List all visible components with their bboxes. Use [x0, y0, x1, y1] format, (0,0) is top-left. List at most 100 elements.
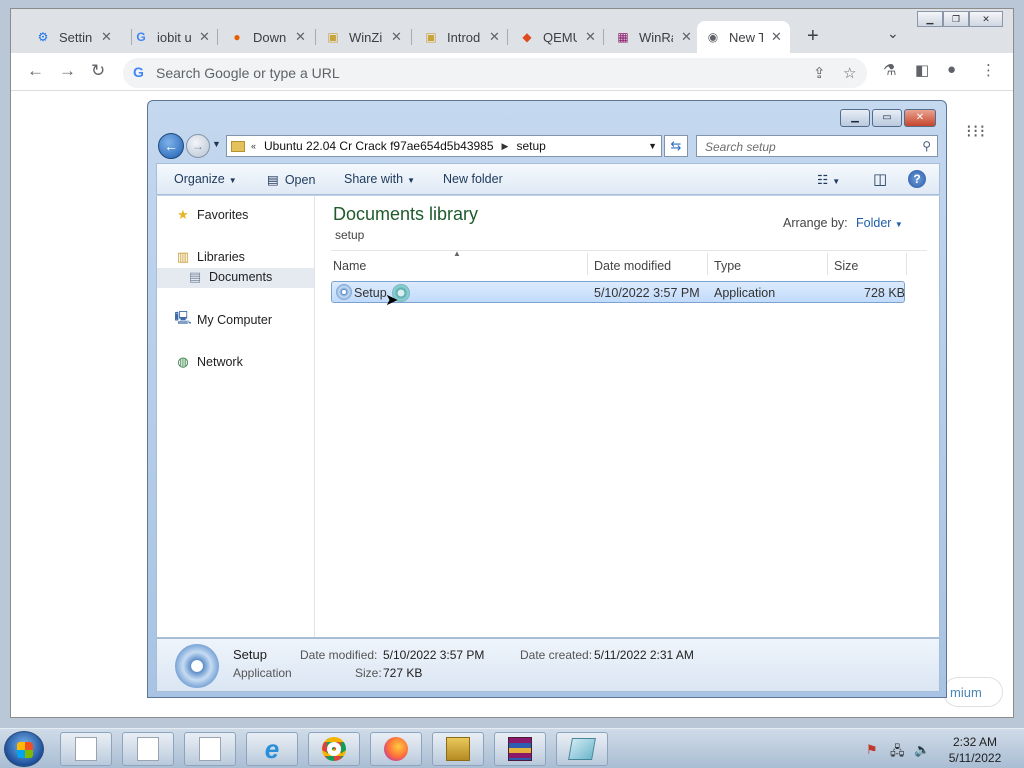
back-button[interactable]: ←: [158, 133, 184, 159]
arrange-by-dropdown[interactable]: Folder ▼: [856, 216, 903, 230]
menu-kebab-icon[interactable]: ⋮: [981, 61, 996, 79]
chevron-down-icon: ▼: [894, 220, 903, 229]
help-icon[interactable]: ?: [908, 170, 926, 188]
explorer-maximize-button[interactable]: ▭: [872, 109, 902, 127]
taskbar: e ⚑ 🖧 🔈 2:32 AM 5/11/2022: [0, 728, 1024, 768]
taskbar-chrome[interactable]: [308, 732, 360, 766]
new-tab-icon[interactable]: +: [807, 25, 819, 48]
preview-pane-icon[interactable]: ◫: [873, 170, 887, 188]
tab-close-icon[interactable]: ✕: [585, 29, 596, 45]
column-type[interactable]: Type: [714, 259, 741, 273]
column-name[interactable]: Name: [333, 259, 366, 273]
tab-close-icon[interactable]: ✕: [771, 29, 782, 45]
recent-pages-dropdown-icon[interactable]: ▼: [212, 139, 221, 149]
share-icon[interactable]: ⇪: [813, 64, 826, 82]
browser-close-button[interactable]: ✕: [969, 11, 1003, 27]
network-icon: ◍: [177, 354, 189, 369]
tab-strip: ▁ ❐ ✕ ⚙ Settin ✕ G iobit u ✕ ● Down ✕ ▣ …: [11, 9, 1013, 53]
tab-close-icon[interactable]: ✕: [295, 29, 306, 45]
tab-close-icon[interactable]: ✕: [101, 29, 112, 45]
browser-minimize-button[interactable]: ▁: [917, 11, 943, 27]
apps-grid-icon[interactable]: ⁝⁝⁝: [966, 121, 986, 142]
address-bar[interactable]: « Ubuntu 22.04 Cr Crack f97ae654d5b43985…: [226, 135, 662, 157]
tab-intro[interactable]: ▣ Introd ✕: [415, 21, 508, 53]
qemu-icon: ◆: [522, 30, 532, 44]
breadcrumb-current[interactable]: setup: [516, 139, 545, 153]
taskbar-notepad-1[interactable]: [60, 732, 112, 766]
search-input[interactable]: Search setup ⚲: [696, 135, 938, 157]
file-row-setup[interactable]: Setup ➤ 5/10/2022 3:57 PM Application 72…: [331, 281, 905, 309]
extensions-flask-icon[interactable]: ⚗: [883, 61, 896, 79]
nav-item-my-computer[interactable]: 🖳 My Computer: [174, 310, 272, 327]
winrar-icon: ▦: [617, 30, 629, 44]
nav-item-network[interactable]: ◍ Network: [175, 354, 243, 369]
network-tray-icon[interactable]: 🖧: [890, 742, 905, 764]
taskbar-firefox[interactable]: [370, 732, 422, 766]
taskbar-winzip[interactable]: [432, 732, 484, 766]
nav-item-favorites[interactable]: ★ Favorites: [175, 207, 248, 222]
premium-button[interactable]: mium: [943, 677, 1003, 707]
details-date-created: 5/11/2022 2:31 AM: [594, 648, 694, 662]
forward-arrow-icon[interactable]: →: [59, 61, 76, 81]
bookmark-star-icon[interactable]: ☆: [843, 64, 856, 82]
new-folder-button[interactable]: New folder: [443, 172, 503, 186]
file-list-pane: Documents library setup Arrange by: Fold…: [315, 196, 941, 637]
details-date-modified-label: Date modified:: [300, 648, 378, 662]
tab-close-icon[interactable]: ✕: [489, 29, 500, 45]
setup-disc-icon: [336, 284, 352, 300]
tab-iobit[interactable]: G iobit u ✕: [125, 21, 218, 53]
library-subtitle: setup: [335, 228, 365, 242]
column-date-modified[interactable]: Date modified: [594, 259, 671, 273]
reload-icon[interactable]: ↻: [91, 61, 105, 81]
nav-item-libraries[interactable]: ▥ Libraries: [175, 249, 245, 264]
profile-icon[interactable]: ●: [947, 61, 956, 78]
start-button[interactable]: [4, 731, 44, 767]
taskbar-notepad-2[interactable]: [122, 732, 174, 766]
tab-search-chevron-icon[interactable]: ⌄: [887, 25, 899, 42]
open-button[interactable]: ▤ Open: [267, 172, 315, 187]
forward-button[interactable]: →: [186, 134, 210, 158]
column-size[interactable]: Size: [834, 259, 858, 273]
winzip-icon: [446, 737, 470, 761]
breadcrumb-arrow-icon[interactable]: ▶: [502, 141, 509, 152]
explorer-minimize-button[interactable]: ▁: [840, 109, 870, 127]
tab-download[interactable]: ● Down ✕: [221, 21, 314, 53]
taskbar-internet-explorer[interactable]: e: [246, 732, 298, 766]
details-date-created-label: Date created:: [520, 648, 593, 662]
explorer-close-button[interactable]: ✕: [904, 109, 936, 127]
omnibox[interactable]: G Search Google or type a URL ⇪ ☆: [123, 58, 867, 88]
tab-close-icon[interactable]: ✕: [199, 29, 210, 45]
side-panel-icon[interactable]: ◧: [915, 61, 929, 79]
view-options-icon[interactable]: ☷ ▼: [817, 172, 840, 187]
app-window-icon: [568, 738, 596, 760]
tab-close-icon[interactable]: ✕: [391, 29, 402, 45]
tab-new-tab[interactable]: ◉ New T ✕: [697, 21, 790, 53]
address-dropdown-icon[interactable]: ▼: [648, 141, 657, 151]
star-icon: ★: [177, 207, 189, 222]
tab-settings[interactable]: ⚙ Settin ✕: [27, 21, 120, 53]
organize-button[interactable]: Organize ▼: [174, 172, 237, 186]
taskbar-winrar[interactable]: [494, 732, 546, 766]
libraries-icon: ▥: [176, 249, 190, 264]
back-arrow-icon[interactable]: ←: [27, 61, 44, 81]
tab-winrar[interactable]: ▦ WinRa ✕: [607, 21, 700, 53]
breadcrumb-folder[interactable]: Ubuntu 22.04 Cr Crack f97ae654d5b43985: [264, 139, 494, 153]
volume-icon[interactable]: 🔈: [914, 742, 930, 758]
action-center-flag-icon[interactable]: ⚑: [866, 742, 878, 758]
nav-item-documents[interactable]: ▤ Documents: [157, 268, 314, 288]
taskbar-notepad-3[interactable]: [184, 732, 236, 766]
browser-restore-button[interactable]: ❐: [943, 11, 969, 27]
taskbar-app[interactable]: [556, 732, 608, 766]
overflow-chevrons-icon[interactable]: «: [251, 141, 256, 151]
tab-qemu[interactable]: ◆ QEMU ✕: [511, 21, 604, 53]
document-icon: [75, 737, 97, 761]
tab-close-icon[interactable]: ✕: [681, 29, 692, 45]
google-icon: G: [133, 64, 144, 80]
windows-logo-icon: [17, 742, 33, 758]
navigation-pane: ★ Favorites ▥ Libraries ▤ Documents 🖳 My…: [157, 196, 315, 637]
tab-winzip[interactable]: ▣ WinZi ✕: [317, 21, 410, 53]
clock[interactable]: 2:32 AM 5/11/2022: [940, 734, 1010, 766]
details-name: Setup: [233, 647, 267, 662]
share-with-button[interactable]: Share with ▼: [344, 172, 415, 186]
refresh-icon[interactable]: ⇆: [664, 135, 688, 157]
